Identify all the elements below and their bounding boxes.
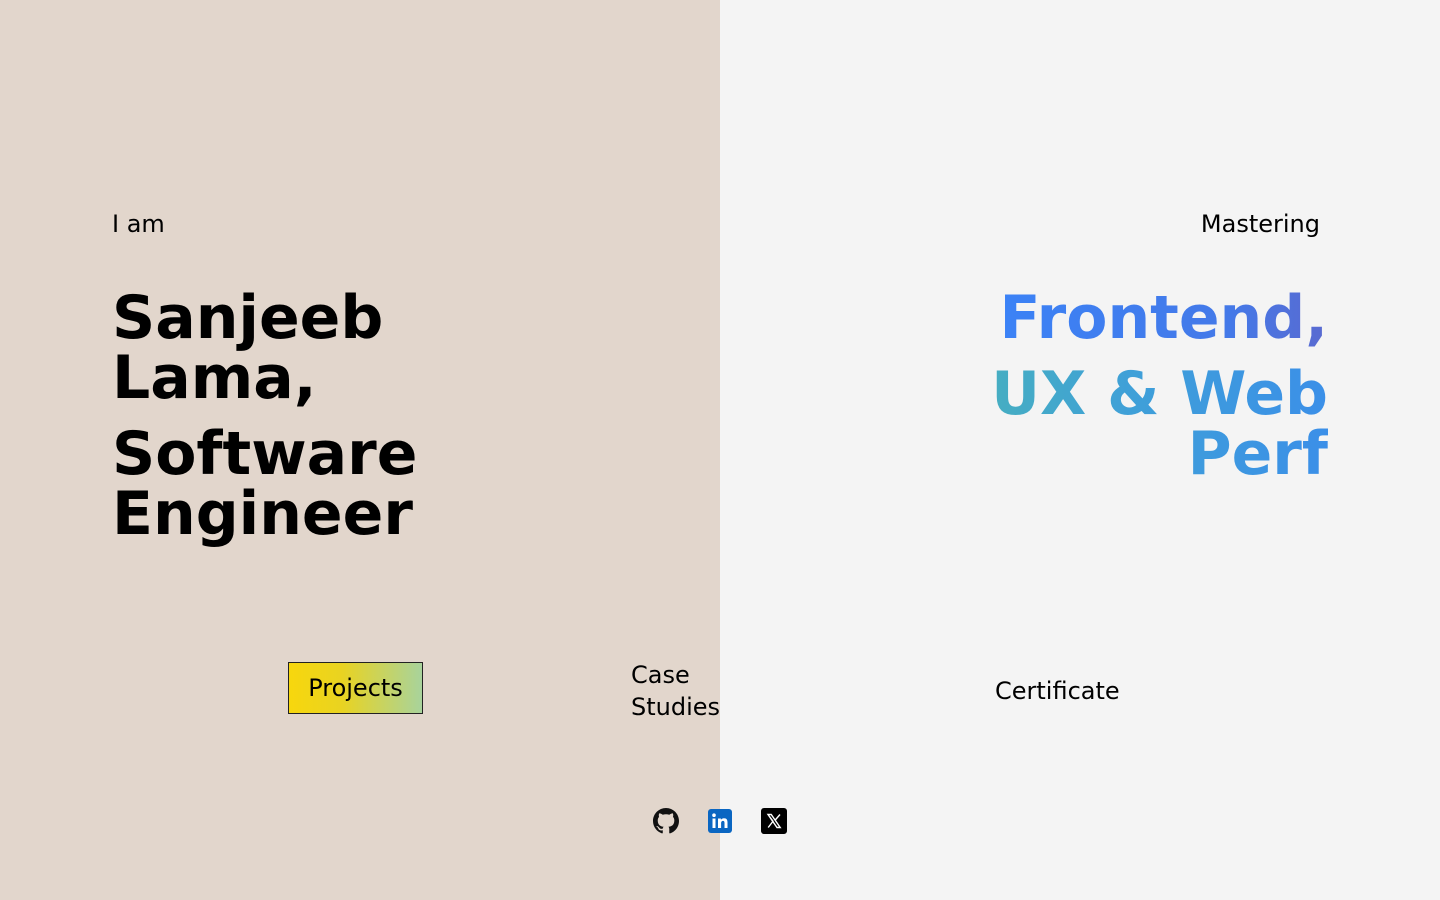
x-link[interactable]	[760, 807, 788, 835]
role-heading: Software Engineer	[112, 419, 418, 549]
certificate-link[interactable]: Certificate	[995, 675, 1120, 707]
portfolio-hero: I am Sanjeeb Lama, Software Engineer Mas…	[0, 0, 1440, 900]
name-heading: Sanjeeb Lama,	[112, 283, 384, 413]
projects-button[interactable]: Projects	[288, 662, 423, 714]
social-links	[652, 806, 788, 836]
linkedin-link[interactable]	[706, 807, 734, 835]
skill-ux-web: UX & Web	[991, 359, 1328, 429]
skill-ux-web-perf: UX & Web Perf	[968, 364, 1328, 484]
intro-label: I am	[112, 210, 165, 238]
github-icon	[653, 808, 679, 834]
skill-frontend: Frontend,	[999, 283, 1328, 353]
github-link[interactable]	[652, 807, 680, 835]
case-studies-link[interactable]: Case Studies	[631, 659, 731, 723]
skill-perf: Perf	[1187, 419, 1328, 489]
linkedin-icon	[708, 809, 732, 833]
x-icon	[761, 808, 787, 834]
mastering-label: Mastering	[1200, 210, 1320, 238]
